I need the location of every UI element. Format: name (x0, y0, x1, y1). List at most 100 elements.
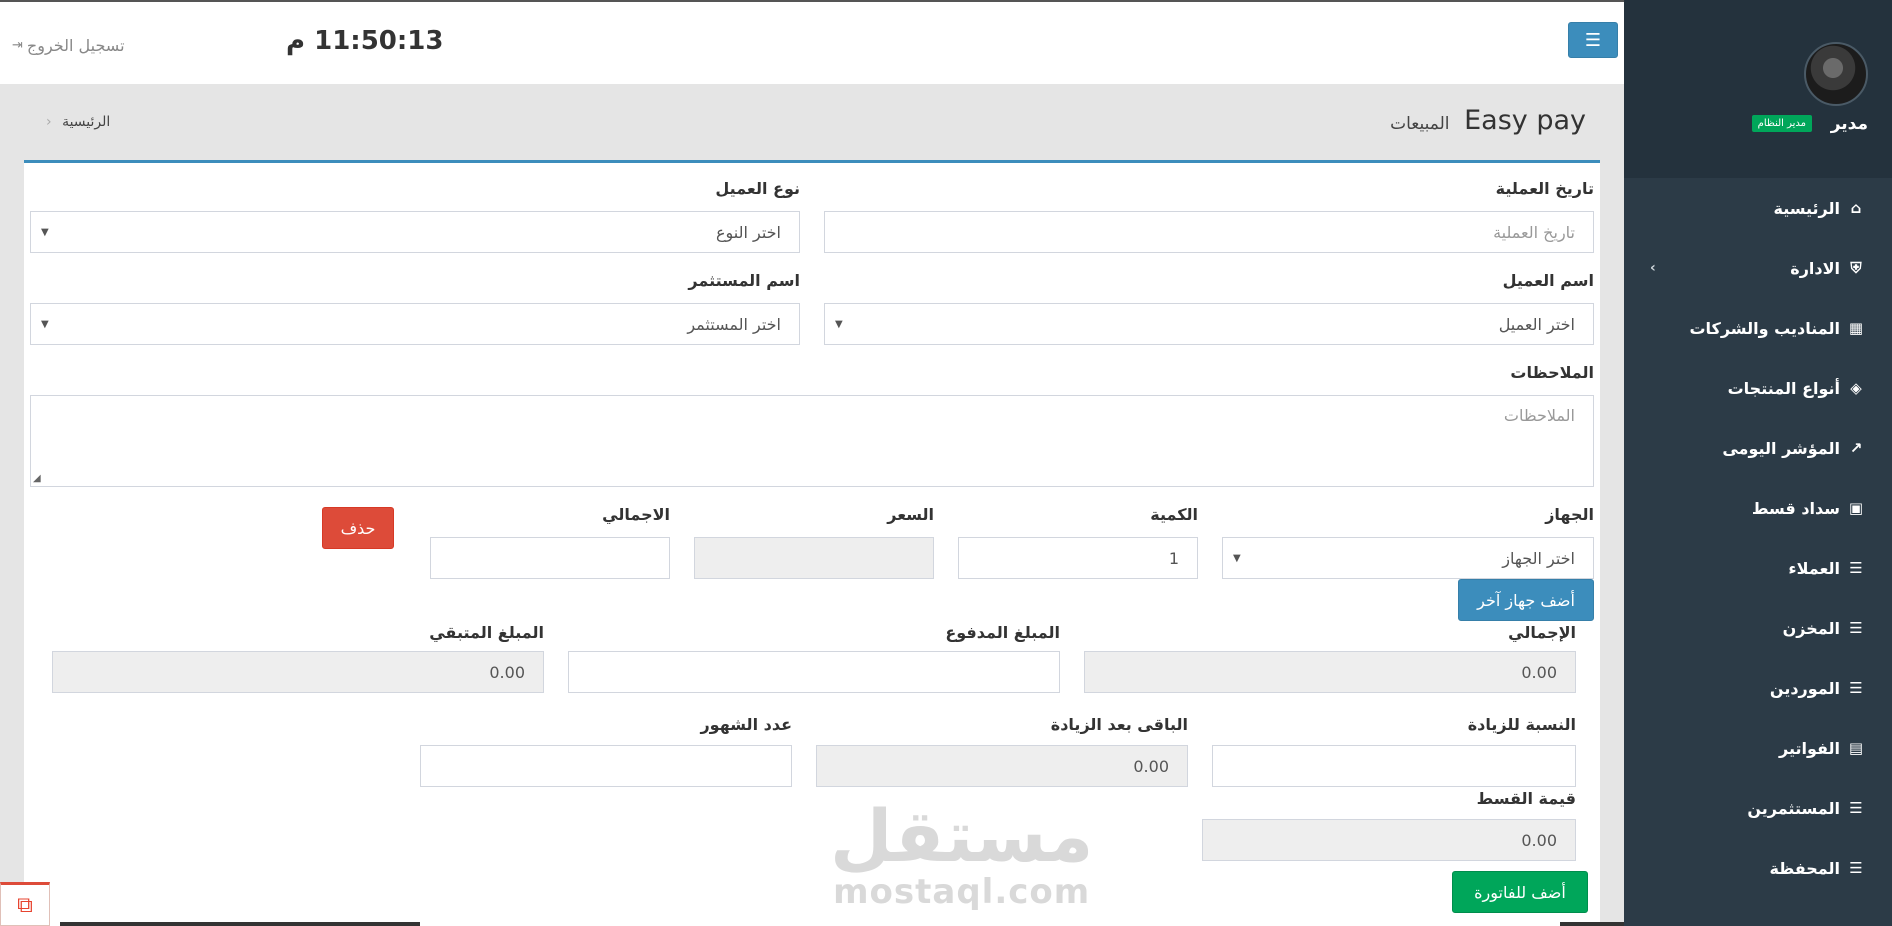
add-device-button[interactable]: أضف جهاز آخر (1458, 579, 1594, 621)
sidebar-item[interactable]: ☰ الموردين (1624, 658, 1892, 718)
sidebar-item-label: الرئيسية (1773, 198, 1841, 218)
sidebar-item[interactable]: ▦ المناديب والشركات (1624, 298, 1892, 358)
clock: 11:50:13 م (286, 26, 444, 56)
installment-value-input[interactable]: 0.00 (1202, 819, 1576, 861)
remaining-amount-input[interactable]: 0.00 (52, 651, 544, 693)
customer-type-value: اختر النوع (715, 222, 781, 242)
sidebar-toggle-button[interactable]: ☰ (1568, 22, 1618, 58)
sidebar-item-icon: ☰ (1849, 559, 1863, 577)
chevron-icon: › (1650, 260, 1656, 276)
sidebar-item-label: الادارة (1790, 258, 1840, 278)
sidebar-item-icon: ☰ (1849, 619, 1863, 637)
sidebar-item[interactable]: ◈ أنواع المنتجات (1624, 358, 1892, 418)
remaining-amount-label: المبلغ المتبقي (429, 623, 544, 642)
laravel-logo-icon: ⧉ (0, 882, 50, 926)
sidebar-item-icon: ◈ (1850, 379, 1862, 397)
price-input[interactable] (694, 537, 934, 579)
caret-down-icon: ▼ (41, 319, 49, 330)
customer-name-select[interactable]: اختر العميل ▼ (824, 303, 1594, 345)
watermark-arabic: مستقل (830, 794, 1094, 878)
page-subtitle: المبيعات (1390, 114, 1450, 134)
watermark-latin: mostaql.com (833, 872, 1091, 912)
sidebar-item-label: أنواع المنتجات (1727, 378, 1840, 398)
notes-placeholder: الملاحظات (1503, 406, 1575, 425)
resize-grip-icon[interactable]: ◢ (33, 473, 41, 484)
sidebar-item[interactable]: ⌂ الرئيسية (1624, 178, 1892, 238)
remaining-after-increase-input[interactable]: 0.00 (816, 745, 1188, 787)
grand-total-input[interactable]: 0.00 (1084, 651, 1576, 693)
increase-rate-input[interactable] (1212, 745, 1576, 787)
caret-down-icon: ▼ (835, 319, 843, 330)
avatar (1804, 42, 1868, 106)
logout-label: تسجيل الخروج (26, 36, 125, 55)
bars-icon: ☰ (1584, 29, 1602, 51)
role-badge: مدير النظام (1751, 115, 1812, 132)
user-name: مدير (1830, 114, 1868, 134)
line-total-label: الاجمالي (602, 505, 670, 524)
breadcrumb: الرئيسية ‹ (46, 114, 110, 130)
sales-form-box: تاريخ العملية تاريخ العملية نوع العميل ا… (24, 160, 1600, 926)
months-count-input[interactable] (420, 745, 792, 787)
sidebar-item-icon: ☰ (1849, 859, 1863, 877)
breadcrumb-home[interactable]: الرئيسية (62, 114, 110, 130)
price-label: السعر (887, 505, 934, 524)
sidebar-item[interactable]: ⛨ الادارة › (1624, 238, 1892, 298)
caret-down-icon: ▼ (1233, 553, 1241, 564)
notes-label: الملاحظات (1510, 363, 1594, 382)
logout-link[interactable]: تسجيل الخروج ⇥ (12, 36, 125, 55)
customer-name-label: اسم العميل (1502, 271, 1594, 290)
months-count-label: عدد الشهور (700, 715, 792, 734)
top-header: ☰ 11:50:13 م تسجيل الخروج ⇥ (0, 0, 1624, 84)
page-title-text: Easy pay (1464, 105, 1586, 136)
sidebar-item-icon: ▤ (1848, 739, 1864, 757)
customer-type-label: نوع العميل (715, 179, 800, 198)
increase-rate-label: النسبة للزيادة (1467, 715, 1576, 734)
sidebar-item-icon: ↗ (1849, 439, 1863, 457)
sidebar-item-icon: ⛨ (1850, 259, 1862, 277)
operation-date-input[interactable]: تاريخ العملية (824, 211, 1594, 253)
sidebar-item-label: الموردين (1769, 678, 1840, 698)
sidebar-item-icon: ⌂ (1850, 199, 1862, 217)
sidebar-item-label: سداد قسط (1751, 498, 1840, 518)
sidebar-item[interactable]: ▤ الفواتير (1624, 718, 1892, 778)
sidebar-item-label: المستثمرين (1747, 798, 1840, 818)
investor-name-select[interactable]: اختر المستثمر ▼ (30, 303, 800, 345)
device-value: اختر الجهاز (1502, 548, 1575, 568)
add-to-invoice-button[interactable]: أضف للفاتورة (1452, 871, 1588, 913)
grand-total-label: الإجمالي (1508, 623, 1576, 642)
customer-name-value: اختر العميل (1498, 314, 1575, 334)
sidebar-item[interactable]: ▣ سداد قسط (1624, 478, 1892, 538)
device-select[interactable]: اختر الجهاز ▼ (1222, 537, 1594, 579)
investor-name-value: اختر المستثمر (687, 314, 781, 334)
sidebar-item[interactable]: ☰ المستثمرين (1624, 778, 1892, 838)
sidebar-item-label: المحفظة (1769, 858, 1840, 878)
sidebar-item-label: المناديب والشركات (1689, 318, 1840, 338)
sidebar-item-icon: ▦ (1848, 319, 1864, 337)
sidebar-item[interactable]: ↗ المؤشر اليومى (1624, 418, 1892, 478)
paid-amount-input[interactable] (568, 651, 1060, 693)
remaining-after-increase-label: الباقى بعد الزيادة (1050, 715, 1188, 734)
sidebar-item-label: العملاء (1788, 558, 1840, 578)
sidebar: مدير مدير النظام ⌂ الرئيسية ⛨ الادارة › ▦ المن… (1624, 0, 1892, 926)
bottom-scrollbar (0, 922, 1624, 926)
quantity-input[interactable]: 1 (958, 537, 1198, 579)
watermark: مستقل mostaql.com (830, 800, 1093, 912)
sidebar-item[interactable]: ☰ المحفظة (1624, 838, 1892, 898)
sidebar-item[interactable]: ☰ العملاء (1624, 538, 1892, 598)
notes-textarea[interactable]: الملاحظات ◢ (30, 395, 1594, 487)
user-panel: مدير مدير النظام (1624, 0, 1892, 178)
paid-amount-label: المبلغ المدفوع (945, 623, 1060, 642)
sign-out-icon: ⇥ (12, 38, 23, 53)
delete-button[interactable]: حذف (322, 507, 394, 549)
sidebar-item[interactable]: ☰ المخزن (1624, 598, 1892, 658)
customer-type-select[interactable]: اختر النوع ▼ (30, 211, 800, 253)
sidebar-item-label: الفواتير (1778, 738, 1840, 758)
page-title: Easy pay المبيعات (1390, 105, 1586, 136)
sidebar-item-label: المخزن (1782, 618, 1840, 638)
sidebar-menu: ⌂ الرئيسية ⛨ الادارة › ▦ المناديب والشركات ◈ أنو… (1624, 178, 1892, 898)
installment-value-label: قيمة القسط (1476, 789, 1576, 808)
caret-down-icon: ▼ (41, 227, 49, 238)
quantity-label: الكمية (1150, 505, 1198, 524)
sidebar-item-icon: ☰ (1849, 799, 1863, 817)
line-total-input[interactable] (430, 537, 670, 579)
